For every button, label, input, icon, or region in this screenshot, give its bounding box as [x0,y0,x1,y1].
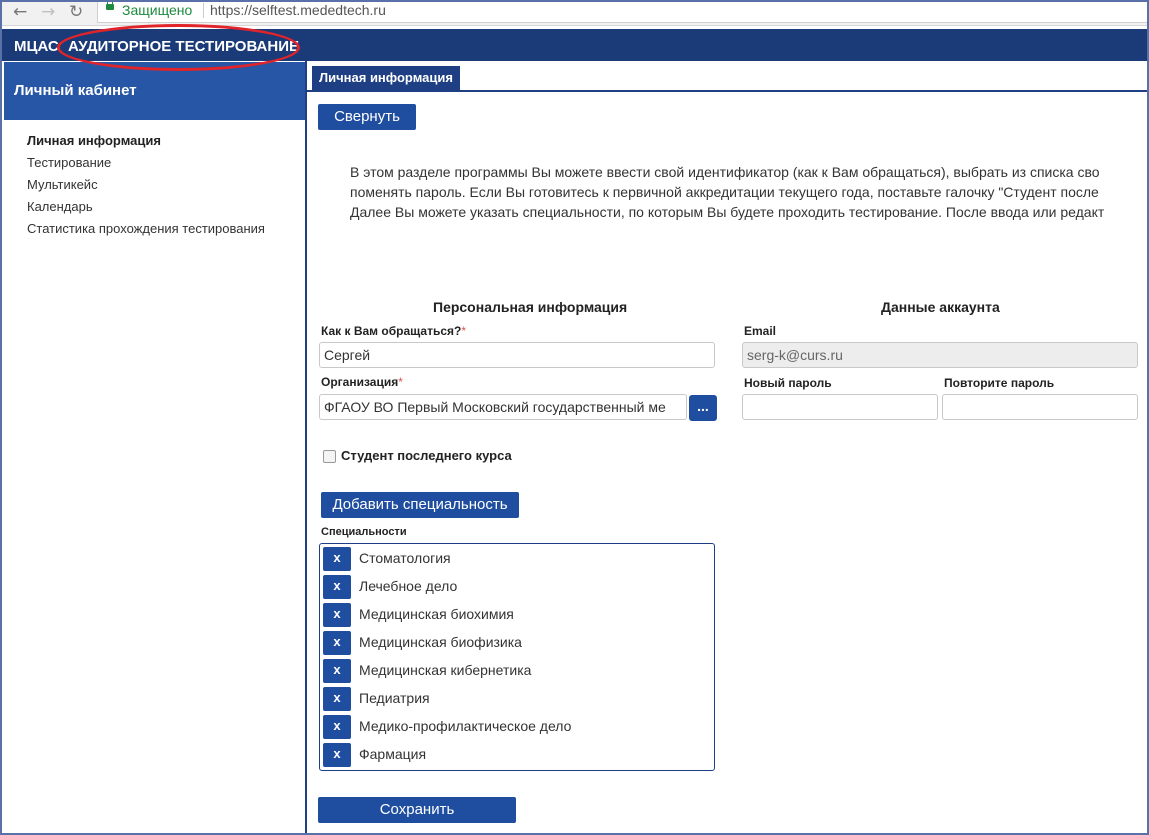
intro-text: В этом разделе программы Вы можете ввест… [350,162,1149,222]
save-button[interactable]: Сохранить [318,797,516,823]
sidebar-title: Личный кабинет [14,82,137,99]
new-password-input[interactable] [742,394,938,420]
intro-line: Далее Вы можете указать специальности, п… [350,204,1105,220]
required-mark: * [461,324,466,338]
sidebar-menu: Личная информация Тестирование Мультикей… [27,132,265,242]
intro-line: поменять пароль. Если Вы готовитесь к пе… [350,184,1099,200]
specialty-name: Медицинская биофизика [359,634,522,650]
specialty-name: Медицинская кибернетика [359,662,532,678]
remove-specialty-button[interactable]: x [323,743,351,767]
repeat-password-input[interactable] [942,394,1138,420]
secure-label: Защищено [122,2,193,18]
brand-name[interactable]: МЦАС [14,38,59,55]
intro-line: В этом разделе программы Вы можете ввест… [350,164,1100,180]
name-label-text: Как к Вам обращаться? [321,324,462,338]
specialty-name: Фармация [359,746,427,762]
tab-strip: Личная информация [306,66,1149,92]
student-checkbox[interactable] [323,450,336,463]
organization-input[interactable]: ФГАОУ ВО Первый Московский государственн… [319,394,687,420]
remove-specialty-button[interactable]: x [323,659,351,683]
specialty-name: Медицинская биохимия [359,606,514,622]
student-checkbox-label[interactable]: Студент последнего курса [341,448,512,463]
specialty-name: Педиатрия [359,690,430,706]
specialties-list: x Стоматология x Лечебное дело x Медицин… [319,543,715,771]
remove-specialty-button[interactable]: x [323,575,351,599]
repeat-password-label: Повторите пароль [944,376,1055,390]
account-heading: Данные аккаунта [881,299,1000,315]
sidebar-item-statistics[interactable]: Статистика прохождения тестирования [27,220,265,242]
collapse-button[interactable]: Свернуть [318,104,416,130]
annotation-ellipse [57,24,300,71]
remove-specialty-button[interactable]: x [323,547,351,571]
organization-select-button[interactable]: ... [689,395,717,421]
add-specialty-button[interactable]: Добавить специальность [321,492,519,518]
browser-toolbar: ← → ↻ Защищено https://selftest.mededtec… [0,0,1149,26]
name-input[interactable]: Сергей [319,342,715,368]
address-bar[interactable]: Защищено https://selftest.mededtech.ru [97,0,1149,23]
specialties-label: Специальности [321,526,407,538]
organization-label: Организация* [321,375,403,389]
new-password-label: Новый пароль [744,376,832,390]
remove-specialty-button[interactable]: x [323,687,351,711]
sidebar-header: Личный кабинет [4,62,305,120]
sidebar-item-testing[interactable]: Тестирование [27,154,265,176]
address-divider [203,3,204,18]
sidebar-item-calendar[interactable]: Календарь [27,198,265,220]
remove-specialty-button[interactable]: x [323,631,351,655]
lock-icon [106,0,114,10]
specialty-name: Медико-профилактическое дело [359,718,572,734]
email-label: Email [744,324,777,338]
reload-icon[interactable]: ↻ [69,2,83,22]
url-text[interactable]: https://selftest.mededtech.ru [210,2,386,18]
specialty-name: Стоматология [359,550,451,566]
specialty-name: Лечебное дело [359,578,458,594]
sidebar: Личный кабинет Личная информация Тестиро… [4,61,307,833]
tab-personal-info[interactable]: Личная информация [312,66,460,90]
name-label: Как к Вам обращаться?* [321,324,466,338]
required-mark: * [398,375,403,389]
organization-label-text: Организация [321,375,399,389]
remove-specialty-button[interactable]: x [323,715,351,739]
back-arrow-icon[interactable]: ← [13,2,27,22]
sidebar-item-personal-info[interactable]: Личная информация [27,132,265,154]
email-field: serg-k@curs.ru [742,342,1138,368]
remove-specialty-button[interactable]: x [323,603,351,627]
forward-arrow-icon[interactable]: → [41,2,55,22]
personal-info-heading: Персональная информация [433,299,628,315]
sidebar-item-multicase[interactable]: Мультикейс [27,176,265,198]
